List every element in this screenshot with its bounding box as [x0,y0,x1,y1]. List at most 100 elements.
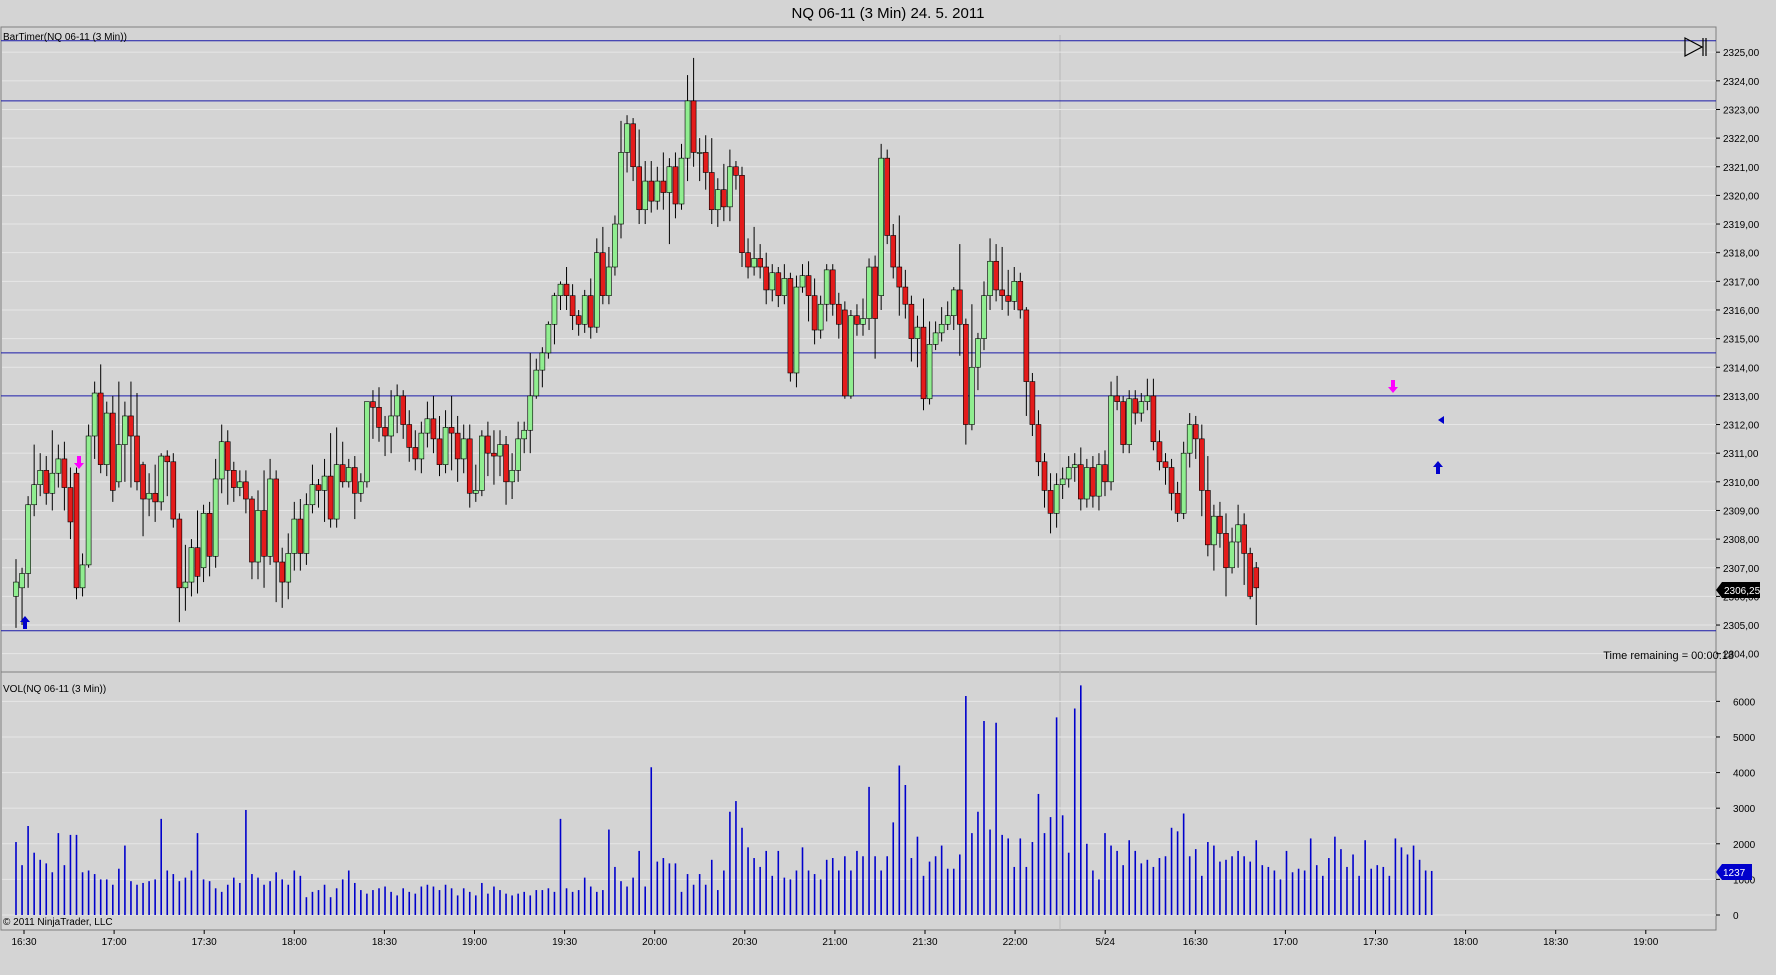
candle-body [460,438,467,460]
candle-body [243,481,249,500]
candle-body [799,275,806,288]
candle-body [134,435,140,483]
candle-body [963,323,969,425]
price-tick-label: 2320,00 [1723,191,1760,202]
candle-body [182,581,189,589]
candle-body [1065,467,1072,480]
candle-body [878,157,884,296]
candle-body [708,172,715,211]
candle-body [1126,398,1132,445]
candle-body [303,504,310,554]
candle-body [569,295,576,316]
time-tick-label: 17:00 [102,937,127,948]
candle-body [563,283,570,296]
candle-body [612,223,618,268]
price-tick-label: 2315,00 [1723,335,1760,346]
candle-body [497,444,503,457]
price-tick-label: 2317,00 [1723,277,1760,288]
price-tick-label: 2309,00 [1723,506,1760,517]
candle-body [660,180,667,193]
candle-body [908,303,915,339]
candle-body [1192,424,1199,440]
time-axis: 16:30 17:00 17:30 18:00 18:30 19:00 19:30 20:00… [11,930,1659,948]
volume-tick-label: 2000 [1733,840,1756,851]
candle-body [1235,524,1241,543]
price-tick-label: 2322,00 [1723,134,1760,145]
candle-body [835,303,842,325]
candle-body [902,286,909,305]
candle-body [466,438,473,494]
price-tick-label: 2313,00 [1723,392,1760,403]
candle-body [237,481,243,488]
candle-body [140,464,146,500]
candle-body [224,441,231,471]
time-tick-label: 17:00 [1273,937,1298,948]
copyright-label: © 2011 NinjaTrader, LLC [3,917,113,928]
last-price-value: 2306,25 [1724,586,1761,597]
candle-body [1138,401,1145,414]
candle-body [261,510,267,557]
candle-body [13,581,19,597]
candle-body [993,260,999,291]
candle-body [1241,524,1247,554]
time-tick-label: 19:00 [462,937,487,948]
candle-body [31,484,37,506]
candle-body [926,344,933,400]
candle-body [1017,281,1024,311]
candle-body [267,478,273,557]
candle-body [218,441,225,480]
candle-body [618,152,624,225]
candle-body [745,252,751,268]
candle-body [55,458,62,474]
candle-body [1156,441,1163,463]
candle-body [1205,490,1211,546]
candle-body [273,478,279,563]
candle-body [557,283,564,296]
candle-body [860,318,866,325]
candle-body [721,189,727,208]
candle-body [1162,461,1169,468]
candle-body [110,412,116,491]
candle-body [1211,515,1217,546]
candle-body [763,266,770,291]
candle-body [85,435,92,566]
candle-body [1247,553,1253,597]
candle-body [630,123,636,168]
candle-body [829,269,836,305]
volume-tick-label: 4000 [1733,769,1756,780]
candle-body [666,166,673,193]
time-tick-label: 16:30 [11,937,36,948]
volume-panel-label: VOL(NQ 06-11 (3 Min)) [3,684,107,695]
candle-body [890,235,897,268]
candle-body [509,470,515,483]
time-tick-label: 19:30 [552,937,577,948]
candle-body [727,166,733,208]
time-tick-label: 18:00 [282,937,307,948]
time-tick-label: 20:00 [642,937,667,948]
candle-body [285,553,292,583]
candle-body [999,289,1005,296]
candle-body [866,266,872,319]
time-tick-label: 21:00 [822,937,847,948]
candle-body [91,392,98,437]
chart-canvas[interactable]: 2304,002305,002306,002307,002308,002309,… [0,0,1776,975]
candle-body [176,518,183,589]
candle-body [1071,464,1078,468]
candle-body [37,470,44,485]
candle-body [751,258,757,268]
candle-body [678,157,685,205]
candle-body [1223,533,1229,569]
volume-tick-label: 3000 [1733,804,1756,815]
time-remaining-label: Time remaining = 00:00:18 [1603,650,1734,662]
candle-body [545,323,552,354]
price-tick-label: 2325,00 [1723,48,1760,59]
candle-body [1229,541,1235,569]
candle-body [781,278,788,296]
time-tick-label: 18:00 [1453,937,1478,948]
candle-body [309,484,316,506]
candle-body [1199,438,1205,491]
time-tick-label: 19:00 [1633,937,1658,948]
candle-body [624,123,630,153]
candle-body [25,504,31,574]
candle-body [418,432,425,460]
